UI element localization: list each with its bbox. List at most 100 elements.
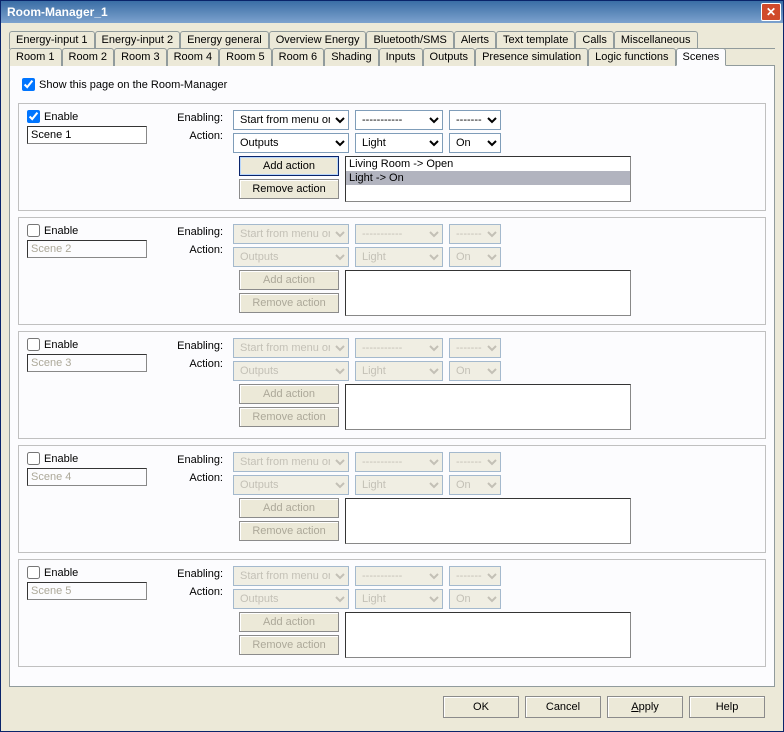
remove-action-button-5: Remove action <box>239 635 339 655</box>
scene-name-input-5 <box>27 582 147 600</box>
tab-calls[interactable]: Calls <box>575 31 613 49</box>
action-label: Action: <box>167 130 223 142</box>
action-select-a-1[interactable]: Outputs <box>233 133 349 153</box>
tab-room-2[interactable]: Room 2 <box>62 48 115 66</box>
action-select-b-3: Light <box>355 361 443 381</box>
cancel-button[interactable]: Cancel <box>525 696 601 718</box>
titlebar: Room-Manager_1 ✕ <box>1 1 783 23</box>
window-title: Room-Manager_1 <box>7 5 761 19</box>
scene-name-input-4 <box>27 468 147 486</box>
help-button[interactable]: Help <box>689 696 765 718</box>
ok-button[interactable]: OK <box>443 696 519 718</box>
remove-action-button-4: Remove action <box>239 521 339 541</box>
enabling-select-c-2: ----------- <box>449 224 501 244</box>
enabling-select-c-1[interactable]: ----------- <box>449 110 501 130</box>
enabling-label: Enabling: <box>167 112 223 124</box>
tab-energy-input-2[interactable]: Energy-input 2 <box>95 31 181 49</box>
tab-energy-general[interactable]: Energy general <box>180 31 269 49</box>
enabling-select-b-1[interactable]: ----------- <box>355 110 443 130</box>
scene-group-1: Enable Enabling: Action: Start from menu… <box>18 103 766 211</box>
remove-action-button-1[interactable]: Remove action <box>239 179 339 199</box>
action-select-a-2: Outputs <box>233 247 349 267</box>
enabling-select-a-3: Start from menu on <box>233 338 349 358</box>
enable-label: Enable <box>44 225 78 237</box>
close-icon: ✕ <box>766 5 776 19</box>
tab-row-1: Energy-input 1Energy-input 2Energy gener… <box>9 31 775 49</box>
tab-inputs[interactable]: Inputs <box>379 48 423 66</box>
add-action-button-3: Add action <box>239 384 339 404</box>
action-select-a-5: Outputs <box>233 589 349 609</box>
action-select-c-4: On <box>449 475 501 495</box>
actions-listbox-1[interactable]: Living Room -> OpenLight -> On <box>345 156 631 202</box>
remove-action-button-3: Remove action <box>239 407 339 427</box>
scene-group-3: Enable Enabling: Action: Start from menu… <box>18 331 766 439</box>
tab-bluetooth-sms[interactable]: Bluetooth/SMS <box>366 31 453 49</box>
enabling-select-c-5: ----------- <box>449 566 501 586</box>
dialog-footer: OK Cancel Apply Help <box>9 687 775 727</box>
action-select-b-4: Light <box>355 475 443 495</box>
enable-checkbox-3[interactable] <box>27 338 40 351</box>
action-select-c-5: On <box>449 589 501 609</box>
action-select-c-3: On <box>449 361 501 381</box>
enable-checkbox-1[interactable] <box>27 110 40 123</box>
remove-action-button-2: Remove action <box>239 293 339 313</box>
add-action-button-4: Add action <box>239 498 339 518</box>
tab-energy-input-1[interactable]: Energy-input 1 <box>9 31 95 49</box>
action-select-a-4: Outputs <box>233 475 349 495</box>
tab-shading[interactable]: Shading <box>324 48 378 66</box>
enable-checkbox-4[interactable] <box>27 452 40 465</box>
window: Room-Manager_1 ✕ Energy-input 1Energy-in… <box>0 0 784 732</box>
action-label: Action: <box>167 244 223 256</box>
tab-row-2: Room 1Room 2Room 3Room 4Room 5Room 6Shad… <box>9 48 775 66</box>
enabling-select-a-4: Start from menu on <box>233 452 349 472</box>
enabling-label: Enabling: <box>167 454 223 466</box>
action-select-a-3: Outputs <box>233 361 349 381</box>
enable-checkbox-5[interactable] <box>27 566 40 579</box>
actions-listbox-4 <box>345 498 631 544</box>
tab-room-3[interactable]: Room 3 <box>114 48 167 66</box>
tab-room-5[interactable]: Room 5 <box>219 48 272 66</box>
show-page-label: Show this page on the Room-Manager <box>39 79 227 91</box>
list-item[interactable]: Light -> On <box>346 171 630 185</box>
apply-button[interactable]: Apply <box>607 696 683 718</box>
enable-label: Enable <box>44 567 78 579</box>
tab-logic-functions[interactable]: Logic functions <box>588 48 675 66</box>
action-select-c-1[interactable]: On <box>449 133 501 153</box>
scene-name-input-1[interactable] <box>27 126 147 144</box>
scene-name-input-3 <box>27 354 147 372</box>
tab-presence-simulation[interactable]: Presence simulation <box>475 48 588 66</box>
show-page-checkbox[interactable] <box>22 78 35 91</box>
enabling-label: Enabling: <box>167 340 223 352</box>
tab-miscellaneous[interactable]: Miscellaneous <box>614 31 698 49</box>
enable-checkbox-2[interactable] <box>27 224 40 237</box>
actions-listbox-2 <box>345 270 631 316</box>
action-select-b-1[interactable]: Light <box>355 133 443 153</box>
close-button[interactable]: ✕ <box>761 3 781 21</box>
tab-room-6[interactable]: Room 6 <box>272 48 325 66</box>
action-select-b-2: Light <box>355 247 443 267</box>
tab-outputs[interactable]: Outputs <box>423 48 476 66</box>
tab-room-1[interactable]: Room 1 <box>9 48 62 66</box>
enabling-select-c-3: ----------- <box>449 338 501 358</box>
action-label: Action: <box>167 472 223 484</box>
enabling-select-b-4: ----------- <box>355 452 443 472</box>
enable-label: Enable <box>44 111 78 123</box>
tab-alerts[interactable]: Alerts <box>454 31 496 49</box>
tab-text-template[interactable]: Text template <box>496 31 575 49</box>
scene-group-4: Enable Enabling: Action: Start from menu… <box>18 445 766 553</box>
add-action-button-2: Add action <box>239 270 339 290</box>
tab-overview-energy[interactable]: Overview Energy <box>269 31 367 49</box>
action-select-c-2: On <box>449 247 501 267</box>
enabling-select-a-2: Start from menu on <box>233 224 349 244</box>
scene-group-5: Enable Enabling: Action: Start from menu… <box>18 559 766 667</box>
show-page-row: Show this page on the Room-Manager <box>22 78 766 91</box>
tab-room-4[interactable]: Room 4 <box>167 48 220 66</box>
enabling-select-a-1[interactable]: Start from menu on <box>233 110 349 130</box>
scenes-container: Enable Enabling: Action: Start from menu… <box>18 103 766 673</box>
scene-group-2: Enable Enabling: Action: Start from menu… <box>18 217 766 325</box>
add-action-button-1[interactable]: Add action <box>239 156 339 176</box>
tab-scenes[interactable]: Scenes <box>676 48 727 66</box>
actions-listbox-3 <box>345 384 631 430</box>
action-select-b-5: Light <box>355 589 443 609</box>
list-item[interactable]: Living Room -> Open <box>346 157 630 171</box>
